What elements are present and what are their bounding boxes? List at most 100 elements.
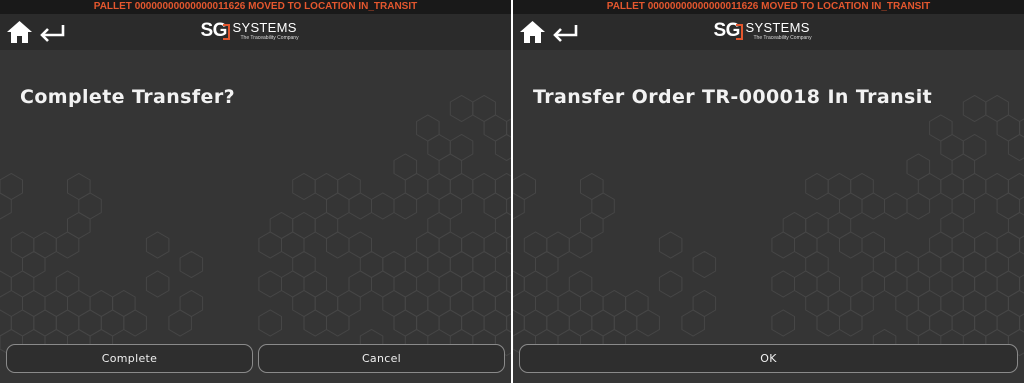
hexagon-shape (996, 270, 1021, 298)
hexagon-shape (884, 270, 908, 298)
hexagon-shape (580, 172, 604, 201)
back-button[interactable] (551, 22, 579, 42)
back-button[interactable] (38, 22, 66, 42)
hexagon-shape (996, 231, 1021, 259)
hexagon-shape (816, 270, 840, 298)
hexagon-shape (348, 192, 372, 220)
hexagon-shape (67, 172, 91, 201)
hexagon-shape (625, 289, 649, 318)
hexagon-shape (929, 231, 953, 259)
hexagon-shape (78, 192, 102, 220)
screen-right: PALLET 00000000000000011626 MOVED TO LOC… (513, 0, 1024, 383)
hexagon-shape (179, 250, 204, 279)
hexagon-shape (839, 192, 863, 220)
hexagon-shape (67, 211, 91, 240)
hexagon-shape (55, 270, 80, 298)
hexagon-shape (292, 250, 316, 279)
hexagon-shape (1007, 172, 1024, 201)
hexagon-shape (461, 231, 485, 259)
hexagon-shape (393, 153, 418, 181)
hexagon-shape (494, 289, 511, 318)
hexagon-shape (771, 270, 795, 298)
hexagon-shape (416, 309, 440, 337)
hexagon-shape (839, 309, 863, 337)
hexagon-shape (269, 211, 294, 240)
ok-button[interactable]: OK (519, 344, 1018, 373)
hexagon-shape (658, 270, 683, 298)
home-button[interactable] (519, 20, 546, 44)
hexagon-shape (962, 172, 987, 201)
hexagon-shape (145, 270, 170, 298)
sg-systems-logo: SG SYSTEMS The Traceability Company (714, 19, 824, 45)
hexagon-shape (1019, 118, 1024, 138)
hexagon-shape (123, 309, 147, 337)
hexagon-shape (314, 211, 339, 240)
hexagon-shape (1019, 274, 1024, 294)
hexagon-shape (580, 211, 604, 240)
logo-tagline: The Traceability Company (753, 35, 812, 41)
hexagon-shape (940, 133, 964, 162)
hexagon-shape (506, 313, 511, 333)
hexagon-shape (805, 250, 829, 279)
hexagon-shape (416, 114, 440, 142)
hexagon-shape (292, 172, 316, 201)
hexagon-shape (449, 133, 474, 162)
hexagon-shape (258, 231, 282, 259)
hexagon-shape (805, 289, 829, 318)
hexagon-shape (438, 270, 463, 298)
hexagon-shape (535, 289, 559, 318)
hexagon-shape (461, 270, 485, 298)
hexagon-shape (393, 309, 418, 337)
hexagon-shape (371, 192, 395, 220)
hexagon-shape (513, 270, 525, 298)
hexagon-shape (692, 250, 717, 279)
cancel-button[interactable]: Cancel (258, 344, 505, 373)
hexagon-shape (951, 153, 976, 181)
hexagon-shape (0, 309, 12, 337)
hexagon-shape (494, 211, 511, 240)
hexagon-shape (44, 289, 68, 318)
hexagon-shape (996, 114, 1021, 142)
hexagon-shape (472, 94, 496, 123)
hexagon-shape (427, 250, 451, 279)
hexagon-shape (337, 289, 361, 318)
hexagon-shape (962, 289, 987, 318)
complete-button[interactable]: Complete (6, 344, 253, 373)
hexagon-shape (827, 289, 852, 318)
screen-left: PALLET 00000000000000011626 MOVED TO LOC… (0, 0, 511, 383)
home-icon (520, 21, 545, 43)
prompt-text: Transfer Order TR-000018 In Transit (533, 86, 933, 108)
hexagon-shape (591, 309, 615, 337)
hexagon-shape (506, 274, 511, 294)
hexagon-shape (850, 289, 874, 318)
hexagon-shape (393, 270, 418, 298)
hexagon-shape (404, 289, 429, 318)
hexagon-shape (337, 172, 361, 201)
hexagon-shape (494, 172, 511, 201)
hexagon-shape (951, 270, 976, 298)
hexagon-shape (996, 309, 1021, 337)
hexagon-shape (861, 231, 885, 259)
hexagon-shape (258, 270, 282, 298)
hexagon-shape (692, 289, 717, 318)
hexagon-shape (438, 231, 463, 259)
hexagon-shape (1019, 313, 1024, 333)
hexagon-shape (917, 172, 942, 201)
home-button[interactable] (6, 20, 33, 44)
hexagon-shape (100, 309, 125, 337)
hexagon-shape (906, 153, 931, 181)
hexagon-shape (0, 192, 12, 220)
hexagon-shape (22, 289, 46, 318)
hexagon-shape (658, 231, 683, 259)
hexagon-shape (636, 309, 660, 337)
hexagon-shape (917, 250, 942, 279)
hexagon-shape (794, 270, 818, 298)
hexagon-shape (974, 270, 998, 298)
hexagon-shape (895, 289, 919, 318)
hexagon-shape (523, 309, 548, 337)
hexagon-shape (681, 309, 705, 337)
hexagon-shape (348, 231, 372, 259)
hexagon-shape (33, 309, 57, 337)
hexagon-shape (483, 309, 508, 337)
hexagon-shape (580, 289, 604, 318)
